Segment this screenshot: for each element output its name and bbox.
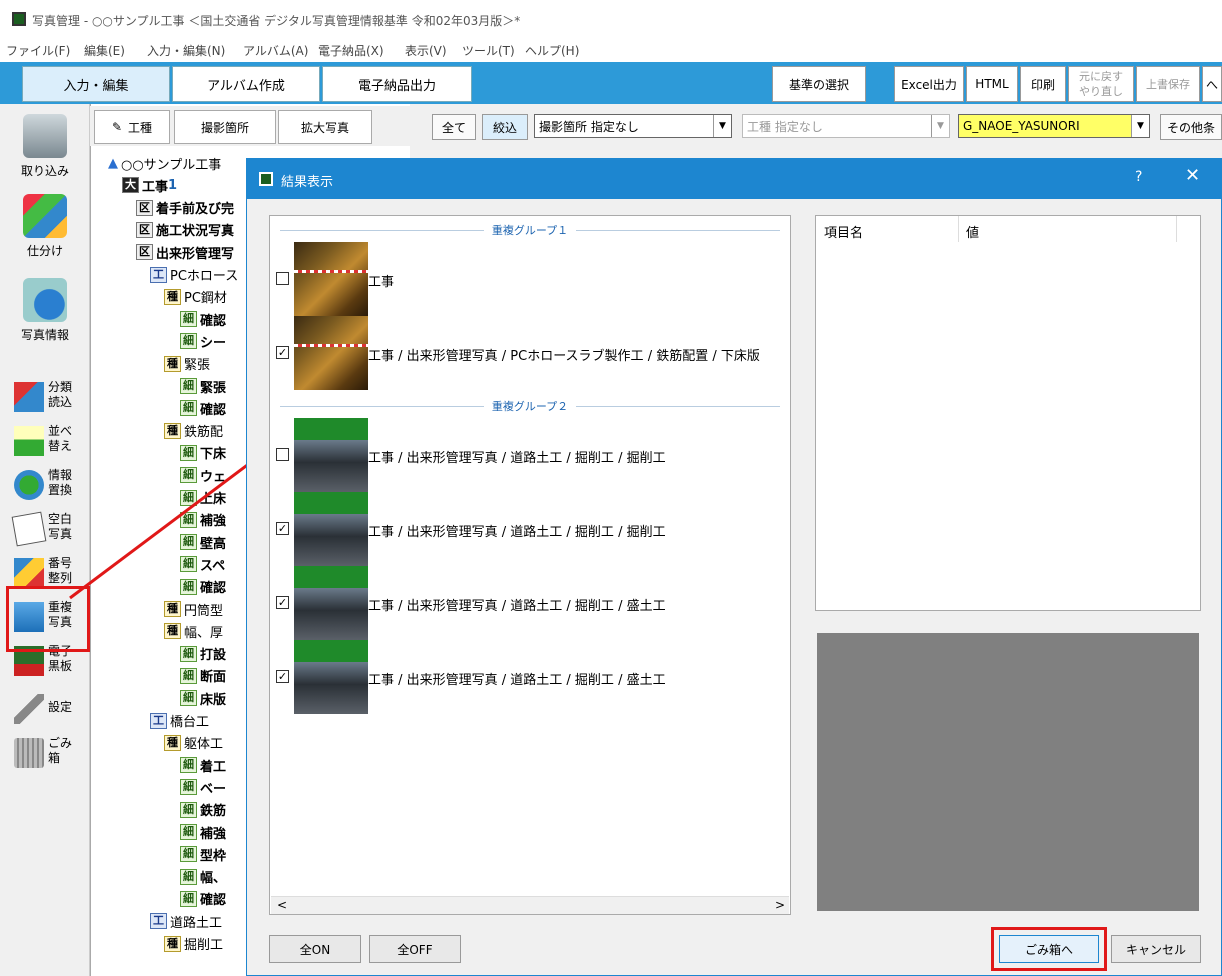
prop-header-name: 項目名: [824, 226, 864, 241]
all-off-button[interactable]: 全OFF: [369, 935, 461, 963]
property-grid: 項目名 値: [815, 215, 1201, 611]
result-dialog: 結果表示 ? ✕ 重複グループ１ 工事 ✓ 工事 / 出来形管理写真 / PCホ…: [246, 158, 1222, 976]
help-icon[interactable]: ?: [1135, 169, 1142, 185]
photo-thumbnail: [294, 492, 368, 566]
row-path: 工事 / 出来形管理写真 / 道路土工 / 掘削工 / 盛土工: [368, 673, 666, 688]
photo-thumbnail: [294, 242, 368, 316]
arrow-line: [69, 452, 263, 600]
row-checkbox[interactable]: ✓: [276, 346, 289, 359]
row-checkbox[interactable]: ✓: [276, 670, 289, 683]
highlight-trash-button: [991, 927, 1107, 971]
column-divider: [1176, 216, 1177, 242]
group-header: 重複グループ２: [280, 398, 780, 414]
dialog-app-icon: [259, 172, 273, 186]
row-checkbox[interactable]: [276, 272, 289, 285]
close-icon[interactable]: ✕: [1185, 165, 1200, 186]
row-path: 工事 / 出来形管理写真 / 道路土工 / 掘削工 / 掘削工: [368, 451, 666, 466]
dialog-title-bar: 結果表示 ? ✕: [247, 159, 1221, 199]
row-path: 工事 / 出来形管理写真 / 道路土工 / 掘削工 / 掘削工: [368, 525, 666, 540]
photo-thumbnail: [294, 566, 368, 640]
photo-thumbnail: [294, 316, 368, 390]
duplicate-list: 重複グループ１ 工事 ✓ 工事 / 出来形管理写真 / PCホロースラブ製作工 …: [269, 215, 791, 915]
prop-header-value: 値: [966, 226, 980, 241]
cancel-button[interactable]: キャンセル: [1111, 935, 1201, 963]
photo-thumbnail: [294, 640, 368, 714]
photo-thumbnail: [294, 418, 368, 492]
row-checkbox[interactable]: ✓: [276, 522, 289, 535]
row-checkbox[interactable]: [276, 448, 289, 461]
row-path: 工事: [368, 275, 395, 290]
scroll-left-icon[interactable]: <: [277, 898, 287, 912]
column-divider: [958, 216, 959, 242]
dialog-title: 結果表示: [281, 175, 334, 190]
row-path: 工事 / 出来形管理写真 / 道路土工 / 掘削工 / 盛土工: [368, 599, 666, 614]
scroll-right-icon[interactable]: >: [775, 898, 785, 912]
horizontal-scrollbar[interactable]: < >: [271, 896, 789, 914]
row-path: 工事 / 出来形管理写真 / PCホロースラブ製作工 / 鉄筋配置 / 下床版: [368, 349, 760, 364]
group-header: 重複グループ１: [280, 222, 780, 238]
photo-preview: [817, 633, 1199, 911]
all-on-button[interactable]: 全ON: [269, 935, 361, 963]
row-checkbox[interactable]: ✓: [276, 596, 289, 609]
